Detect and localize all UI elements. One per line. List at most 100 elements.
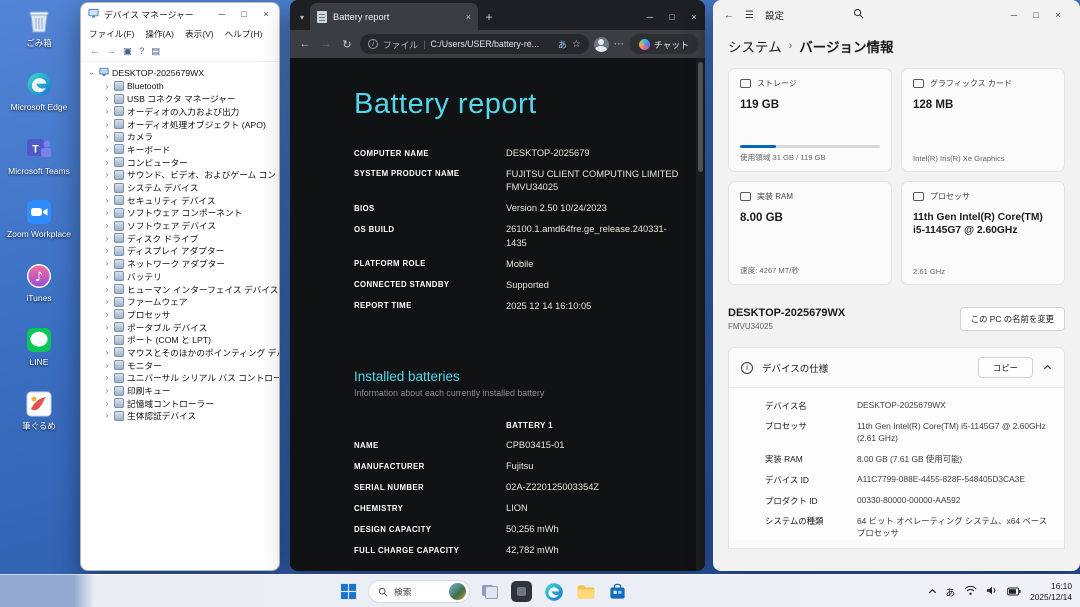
tree-row[interactable]: › オーディオ処理オブジェクト (APO) bbox=[88, 118, 279, 131]
browser-tab-active[interactable]: Battery report × bbox=[310, 3, 478, 30]
maximize-button[interactable]: □ bbox=[1025, 6, 1047, 24]
menu-item[interactable]: ファイル(F) bbox=[89, 28, 134, 40]
tree-row[interactable]: › マウスとそのほかのポインティング デバイス bbox=[88, 346, 279, 359]
expander-closed-icon[interactable]: › bbox=[103, 107, 111, 116]
device-spec-header[interactable]: i デバイスの仕様 コピー bbox=[729, 348, 1064, 387]
tree-row[interactable]: › ユニバーサル シリアル バス コントローラー bbox=[88, 372, 279, 385]
expander-closed-icon[interactable]: › bbox=[103, 323, 111, 332]
tree-row[interactable]: › 印刷キュー bbox=[88, 384, 279, 397]
tree-row[interactable]: › バッテリ bbox=[88, 270, 279, 283]
rename-pc-button[interactable]: この PC の名前を変更 bbox=[960, 307, 1065, 331]
minimize-button[interactable]: ─ bbox=[639, 4, 661, 30]
minimize-button[interactable]: ─ bbox=[1003, 6, 1025, 24]
expander-closed-icon[interactable]: › bbox=[103, 361, 111, 370]
taskbar-search-box[interactable]: 検索 bbox=[368, 580, 470, 603]
tree-row[interactable]: › ソフトウェア コンポーネント bbox=[88, 207, 279, 220]
tree-row[interactable]: › カメラ bbox=[88, 130, 279, 143]
forward-icon[interactable]: → bbox=[318, 38, 334, 50]
expander-closed-icon[interactable]: › bbox=[103, 158, 111, 167]
maximize-button[interactable]: □ bbox=[661, 4, 683, 30]
menu-item[interactable]: ヘルプ(H) bbox=[225, 28, 263, 40]
desktop-icon-line[interactable]: LINE bbox=[6, 325, 72, 368]
tree-row[interactable]: › ヒューマン インターフェイス デバイス bbox=[88, 283, 279, 296]
expander-closed-icon[interactable]: › bbox=[103, 411, 111, 420]
back-icon[interactable]: ← bbox=[724, 10, 734, 21]
tree-row[interactable]: › キーボード bbox=[88, 143, 279, 156]
tree-row[interactable]: › ソフトウェア デバイス bbox=[88, 219, 279, 232]
back-icon[interactable]: ← bbox=[297, 38, 313, 50]
tree-row[interactable]: › コンピューター bbox=[88, 156, 279, 169]
taskbar-clock[interactable]: 16:10 2025/12/14 bbox=[1030, 581, 1072, 603]
tree-row[interactable]: › ポータブル デバイス bbox=[88, 321, 279, 334]
tab-search-chevron-icon[interactable]: ▾ bbox=[294, 4, 310, 30]
new-tab-button[interactable]: + bbox=[478, 4, 500, 30]
tree-row[interactable]: › 生体認証デバイス bbox=[88, 410, 279, 423]
breadcrumb-parent[interactable]: システム bbox=[728, 36, 782, 56]
desktop-icon-fudegurume[interactable]: 筆ぐるめ bbox=[6, 389, 72, 432]
file-explorer-button[interactable] bbox=[573, 579, 598, 604]
battery-icon[interactable] bbox=[1007, 583, 1021, 601]
hidden-icons-chevron-icon[interactable] bbox=[928, 583, 937, 601]
tree-row[interactable]: › ネットワーク アダプター bbox=[88, 257, 279, 270]
tree-row[interactable]: › ポート (COM と LPT) bbox=[88, 333, 279, 346]
maximize-button[interactable]: □ bbox=[233, 5, 255, 23]
expander-closed-icon[interactable]: › bbox=[103, 82, 111, 91]
tree-root-row[interactable]: › DESKTOP-2025679WX bbox=[88, 67, 279, 80]
tab-close-icon[interactable]: × bbox=[466, 12, 471, 22]
expander-closed-icon[interactable]: › bbox=[103, 120, 111, 129]
edge-taskbar-button[interactable] bbox=[541, 579, 566, 604]
page-scrollbar[interactable] bbox=[696, 58, 705, 571]
scrollbar-thumb[interactable] bbox=[698, 62, 703, 172]
tree-row[interactable]: › サウンド、ビデオ、およびゲーム コントローラー bbox=[88, 169, 279, 182]
browser-menu-icon[interactable]: ⋯ bbox=[614, 39, 625, 50]
expander-open-icon[interactable]: › bbox=[88, 69, 97, 77]
expander-closed-icon[interactable]: › bbox=[103, 183, 111, 192]
desktop-icon-zoom[interactable]: Zoom Workplace bbox=[6, 197, 72, 240]
page-info-icon[interactable]: i bbox=[368, 39, 378, 49]
profile-avatar[interactable] bbox=[594, 37, 609, 52]
expander-closed-icon[interactable]: › bbox=[103, 373, 111, 382]
desktop-icon-recycle-bin[interactable]: ごみ箱 bbox=[6, 6, 72, 49]
tree-row[interactable]: › Bluetooth bbox=[88, 80, 279, 93]
wifi-icon[interactable] bbox=[964, 583, 977, 601]
scan-icon[interactable]: ▤ bbox=[151, 47, 160, 57]
refresh-icon[interactable]: ↻ bbox=[339, 38, 355, 51]
forward-icon[interactable]: → bbox=[107, 47, 117, 57]
tree-row[interactable]: › モニター bbox=[88, 359, 279, 372]
close-button[interactable]: × bbox=[1047, 6, 1069, 24]
start-button[interactable] bbox=[336, 579, 361, 604]
expander-closed-icon[interactable]: › bbox=[103, 259, 111, 268]
expander-closed-icon[interactable]: › bbox=[103, 246, 111, 255]
address-bar[interactable]: i ファイル | C:/Users/USER/battery-re... あ ☆ bbox=[360, 34, 589, 54]
tree-row[interactable]: › USB コネクタ マネージャー bbox=[88, 92, 279, 105]
window-pane-icon[interactable]: ▣ bbox=[123, 47, 132, 57]
pinned-app-button[interactable] bbox=[509, 579, 534, 604]
tree-row[interactable]: › システム デバイス bbox=[88, 181, 279, 194]
expander-closed-icon[interactable]: › bbox=[103, 335, 111, 344]
tree-row[interactable]: › ディスク ドライブ bbox=[88, 232, 279, 245]
copilot-chat-button[interactable]: チャット bbox=[630, 34, 698, 54]
tree-row[interactable]: › ファームウェア bbox=[88, 295, 279, 308]
close-button[interactable]: × bbox=[683, 4, 705, 30]
chevron-up-icon[interactable] bbox=[1043, 363, 1052, 372]
help-icon[interactable]: ? bbox=[139, 47, 144, 57]
ime-mode-indicator[interactable]: あ bbox=[946, 585, 956, 599]
expander-closed-icon[interactable]: › bbox=[103, 399, 111, 408]
minimize-button[interactable]: ─ bbox=[211, 5, 233, 23]
read-aloud-icon[interactable]: あ bbox=[558, 38, 567, 51]
menu-item[interactable]: 表示(V) bbox=[185, 28, 214, 40]
tree-row[interactable]: › オーディオの入力および出力 bbox=[88, 105, 279, 118]
expander-closed-icon[interactable]: › bbox=[103, 234, 111, 243]
tree-row[interactable]: › セキュリティ デバイス bbox=[88, 194, 279, 207]
desktop-icon-edge[interactable]: Microsoft Edge bbox=[6, 70, 72, 113]
expander-closed-icon[interactable]: › bbox=[103, 145, 111, 154]
close-button[interactable]: × bbox=[255, 5, 277, 23]
desktop-icon-itunes[interactable]: ♪ iTunes bbox=[6, 261, 72, 304]
menu-item[interactable]: 操作(A) bbox=[145, 28, 174, 40]
expander-closed-icon[interactable]: › bbox=[103, 285, 111, 294]
expander-closed-icon[interactable]: › bbox=[103, 196, 111, 205]
task-view-button[interactable] bbox=[477, 579, 502, 604]
volume-icon[interactable] bbox=[986, 583, 998, 601]
expander-closed-icon[interactable]: › bbox=[103, 132, 111, 141]
favorite-star-icon[interactable]: ☆ bbox=[572, 39, 581, 50]
